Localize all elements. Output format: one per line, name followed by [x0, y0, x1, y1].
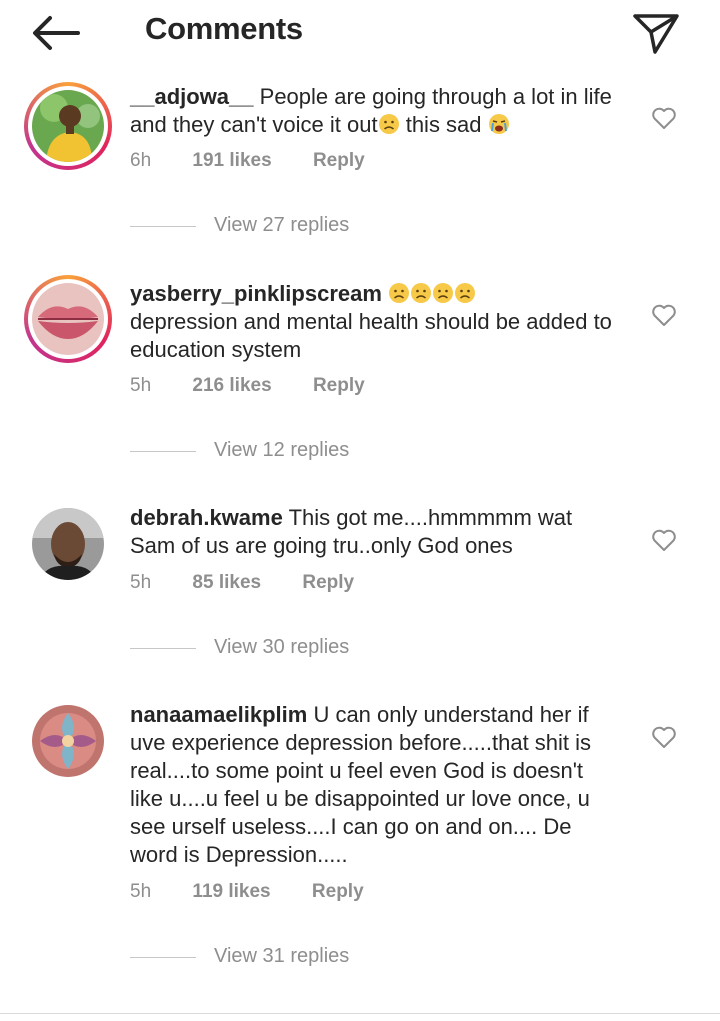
frowning-face-icon	[411, 283, 432, 303]
view-replies-button[interactable]: View 30 replies	[130, 636, 390, 660]
comment-likes[interactable]: 191 likes	[192, 150, 271, 172]
avatar-story-ring[interactable]	[24, 275, 112, 363]
comment-time: 5h	[130, 375, 152, 396]
view-replies-button[interactable]: View 31 replies	[130, 945, 390, 969]
avatar	[32, 90, 104, 162]
reply-button[interactable]: Reply	[312, 881, 364, 903]
comment-meta: 6h 191 likes Reply	[130, 150, 401, 176]
frowning-face-icon	[389, 283, 410, 303]
divider-line	[130, 648, 196, 649]
comment-text: debrah.kwame This got me....hmmmmm wat S…	[130, 504, 620, 560]
comment-likes[interactable]: 119 likes	[192, 881, 270, 903]
frowning-face-icon	[433, 283, 454, 303]
heart-icon[interactable]	[650, 526, 678, 554]
reply-button[interactable]: Reply	[302, 572, 354, 594]
comment-meta: 5h 216 likes Reply	[130, 375, 401, 401]
arrow-left-icon	[33, 16, 80, 50]
reply-button[interactable]: Reply	[313, 375, 365, 397]
comment-text: __adjowa__ People are going through a lo…	[130, 83, 620, 139]
page-title: Comments	[145, 11, 303, 46]
avatar	[32, 283, 104, 355]
paper-plane-icon	[633, 14, 679, 54]
avatar	[32, 705, 104, 777]
comment-likes[interactable]: 216 likes	[192, 375, 271, 397]
view-replies-label: View 31 replies	[214, 945, 350, 967]
comment-likes[interactable]: 85 likes	[192, 572, 261, 594]
comment-text: nanaamaelikplim U can only understand he…	[130, 701, 620, 869]
avatar-story-ring[interactable]	[24, 82, 112, 170]
comment-username[interactable]: yasberry_pinklipscream	[130, 281, 382, 306]
frowning-face-icon	[378, 114, 399, 134]
view-replies-button[interactable]: View 27 replies	[130, 214, 390, 238]
view-replies-label: View 12 replies	[214, 439, 350, 461]
comment-time: 6h	[130, 150, 152, 171]
heart-icon[interactable]	[650, 301, 678, 329]
divider-line	[130, 451, 196, 452]
comment-time: 5h	[130, 572, 152, 593]
frowning-face-icon	[455, 283, 476, 303]
back-button[interactable]	[30, 12, 82, 54]
view-replies-label: View 27 replies	[214, 214, 350, 236]
comment-username[interactable]: nanaamaelikplim	[130, 702, 307, 727]
divider-line	[130, 957, 196, 958]
divider-line	[130, 226, 196, 227]
view-replies-label: View 30 replies	[214, 636, 350, 658]
comment-meta: 5h 85 likes Reply	[130, 572, 390, 598]
avatar-wrapper[interactable]	[24, 697, 112, 785]
view-replies-button[interactable]: View 12 replies	[130, 439, 390, 463]
bottom-divider	[0, 1013, 720, 1014]
heart-icon[interactable]	[650, 104, 678, 132]
crying-face-icon	[488, 114, 509, 134]
header-bar: Comments	[0, 0, 720, 64]
reply-button[interactable]: Reply	[313, 150, 365, 172]
comment-meta: 5h 119 likes Reply	[130, 881, 400, 907]
comment-text: yasberry_pinklipscream depression and me…	[130, 280, 620, 364]
avatar	[32, 508, 104, 580]
comment-body-end: this sad	[405, 112, 482, 137]
avatar-wrapper[interactable]	[24, 500, 112, 588]
comment-username[interactable]: __adjowa__	[130, 84, 254, 109]
comment-body: depression and mental health should be a…	[130, 309, 612, 362]
share-button[interactable]	[630, 10, 682, 56]
comment-username[interactable]: debrah.kwame	[130, 505, 283, 530]
heart-icon[interactable]	[650, 723, 678, 751]
comment-time: 5h	[130, 881, 152, 902]
